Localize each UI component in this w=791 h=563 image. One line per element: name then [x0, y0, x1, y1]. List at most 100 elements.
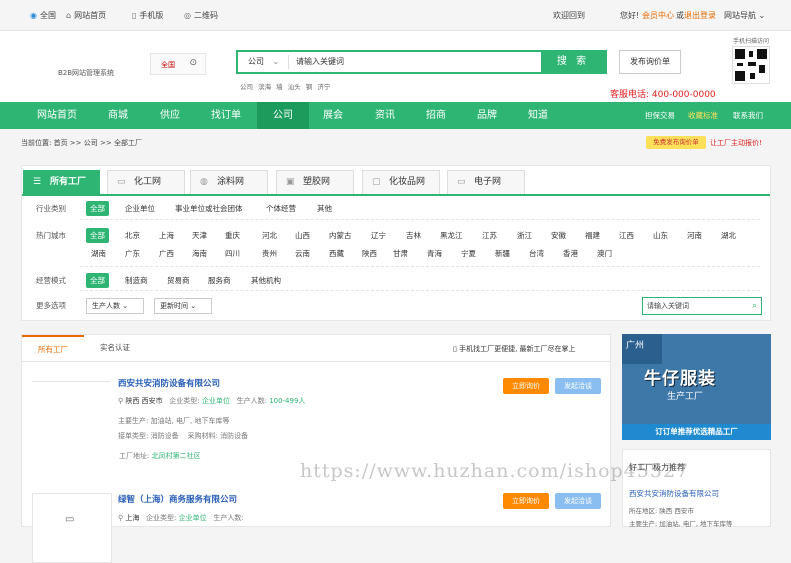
city-option[interactable]: 河北 — [262, 230, 277, 241]
staff-size-dropdown[interactable]: 生产人数 ⌄ — [86, 298, 144, 314]
city-option[interactable]: 澳门 — [597, 248, 612, 259]
company-name[interactable]: 西安共安消防设备有限公司 — [118, 377, 220, 389]
nav-investment[interactable]: 招商 — [413, 102, 459, 129]
search-type-select[interactable]: 公司 ⌄ — [248, 56, 279, 67]
tab-all-factories[interactable]: ☰ 所有工厂 — [23, 170, 100, 194]
nav-know[interactable]: 知道 — [515, 102, 561, 129]
mode-option[interactable]: 制造商 — [125, 275, 148, 286]
city-option[interactable]: 吉林 — [406, 230, 421, 241]
tab-plastic[interactable]: ▣ 塑胶网 — [276, 170, 354, 194]
tab-verified[interactable]: 实名认证 — [84, 335, 146, 361]
nav-company[interactable]: 公司 — [257, 102, 309, 129]
industry-option[interactable]: 企业单位 — [125, 203, 155, 214]
nav-mall[interactable]: 商城 — [95, 102, 141, 129]
mobile-link[interactable]: ▯ 手机版 — [132, 10, 163, 21]
city-option[interactable]: 江西 — [619, 230, 634, 241]
tab-cosmetics[interactable]: ▢ 化妆品网 — [362, 170, 440, 194]
city-selector[interactable]: 全国 ⊙ — [150, 53, 206, 75]
keyword-search-input[interactable]: 请输入关键词 ⌕ — [642, 297, 762, 315]
nav-guarantee[interactable]: 担保交易 — [645, 102, 675, 129]
publish-inquiry-button[interactable]: 发布询价单 — [619, 50, 681, 74]
city-option[interactable]: 天津 — [192, 230, 207, 241]
city-option[interactable]: 江苏 — [482, 230, 497, 241]
search-icon[interactable]: ⌕ — [752, 298, 757, 314]
tab-paint[interactable]: ◍ 涂料网 — [190, 170, 268, 194]
nav-contact[interactable]: 联系我们 — [733, 102, 763, 129]
city-option[interactable]: 山西 — [295, 230, 310, 241]
city-option[interactable]: 新疆 — [495, 248, 510, 259]
location-link[interactable]: ◉ 全国 — [30, 10, 56, 21]
industry-option[interactable]: 个体经营 — [266, 203, 296, 214]
mode-option[interactable]: 其他机构 — [251, 275, 281, 286]
search-button[interactable]: 搜 索 — [541, 52, 605, 72]
city-option[interactable]: 四川 — [225, 248, 240, 259]
industry-option[interactable]: 事业单位或社会团体 — [175, 203, 243, 214]
nav-exhibition[interactable]: 展会 — [310, 102, 356, 129]
tab-electronics[interactable]: ▭ 电子网 — [447, 170, 525, 194]
search-bar: 公司 ⌄ 请输入关键词 搜 索 — [236, 50, 607, 74]
tab-all-factories-list[interactable]: 所有工厂 — [22, 335, 84, 361]
site-nav-menu[interactable]: 网站导航 ⌄ — [724, 10, 765, 21]
member-center-link[interactable]: 会员中心 — [642, 10, 674, 21]
city-option[interactable]: 陕西 — [362, 248, 377, 259]
city-option[interactable]: 西藏 — [329, 248, 344, 259]
free-inquiry-button[interactable]: 免费发布询价单 — [646, 136, 706, 149]
nav-orders[interactable]: 找订单 — [200, 102, 252, 129]
qrcode-link[interactable]: ◎ 二维码 — [184, 10, 218, 21]
tab-chemical[interactable]: ▭ 化工网 — [107, 170, 185, 194]
recommend-company[interactable]: 西安共安消防设备有限公司 — [629, 488, 719, 499]
industry-option[interactable]: 其他 — [317, 203, 332, 214]
city-option[interactable]: 北京 — [125, 230, 140, 241]
search-input[interactable]: 请输入关键词 — [296, 56, 536, 67]
city-option[interactable]: 黑龙江 — [440, 230, 463, 241]
city-option[interactable]: 广西 — [159, 248, 174, 259]
mode-option[interactable]: 贸易商 — [167, 275, 190, 286]
city-option[interactable]: 山东 — [653, 230, 668, 241]
city-option[interactable]: 青海 — [427, 248, 442, 259]
nav-home[interactable]: 网站首页 — [27, 102, 87, 129]
city-option[interactable]: 安徽 — [551, 230, 566, 241]
advert-banner[interactable]: 广州 牛仔服装 生产工厂 订订单推荐优选精品工厂 — [622, 334, 771, 440]
city-option[interactable]: 辽宁 — [371, 230, 386, 241]
inquiry-button[interactable]: 立即询价 — [503, 493, 549, 509]
company-thumbnail[interactable] — [32, 381, 110, 451]
city-option[interactable]: 上海 — [159, 230, 174, 241]
city-option[interactable]: 湖北 — [721, 230, 736, 241]
more-options-label: 更多选项 — [36, 301, 66, 310]
city-option[interactable]: 全部 — [86, 228, 109, 243]
city-option[interactable]: 广东 — [125, 248, 140, 259]
city-option[interactable]: 海南 — [192, 248, 207, 259]
city-option[interactable]: 甘肃 — [393, 248, 408, 259]
breadcrumb[interactable]: 当前位置: 首页 >> 公司 >> 全部工厂 — [21, 138, 142, 148]
chat-button[interactable]: 发起洽谈 — [555, 493, 601, 509]
city-option[interactable]: 贵州 — [262, 248, 277, 259]
city-option[interactable]: 香港 — [563, 248, 578, 259]
city-option[interactable]: 浙江 — [517, 230, 532, 241]
watermark: https://www.huzhan.com/ishop45527 — [300, 460, 690, 482]
city-option[interactable]: 湖南 — [91, 248, 106, 259]
city-option[interactable]: 福建 — [585, 230, 600, 241]
company-name[interactable]: 绿智（上海）商务服务有限公司 — [118, 493, 237, 505]
company-thumbnail[interactable]: ▭ — [32, 493, 112, 563]
city-option[interactable]: 内蒙古 — [329, 230, 352, 241]
update-time-dropdown[interactable]: 更新时间 ⌄ — [154, 298, 212, 314]
nav-supply[interactable]: 供应 — [147, 102, 193, 129]
factory-quote-link[interactable]: 让工厂主动报价! — [710, 138, 762, 148]
nav-brand[interactable]: 品牌 — [464, 102, 510, 129]
city-option[interactable]: 重庆 — [225, 230, 240, 241]
home-link[interactable]: ⌂ 网站首页 — [66, 10, 106, 21]
chat-button[interactable]: 发起洽谈 — [555, 378, 601, 394]
nav-news[interactable]: 资讯 — [362, 102, 408, 129]
mode-option[interactable]: 服务商 — [208, 275, 231, 286]
city-option[interactable]: 河南 — [687, 230, 702, 241]
nav-favorite[interactable]: 收藏标准 — [688, 102, 718, 129]
hot-keywords[interactable]: 公司 滨海 墙 汕头 钢 济宁 — [240, 81, 330, 91]
mode-option[interactable]: 全部 — [86, 273, 109, 288]
inquiry-button[interactable]: 立即询价 — [503, 378, 549, 394]
industry-option[interactable]: 全部 — [86, 201, 109, 216]
city-option[interactable]: 云南 — [295, 248, 310, 259]
city-option[interactable]: 宁夏 — [461, 248, 476, 259]
site-logo[interactable]: B2B网站管理系统 — [58, 68, 114, 78]
logout-link[interactable]: 退出登录 — [684, 10, 716, 21]
city-option[interactable]: 台湾 — [529, 248, 544, 259]
